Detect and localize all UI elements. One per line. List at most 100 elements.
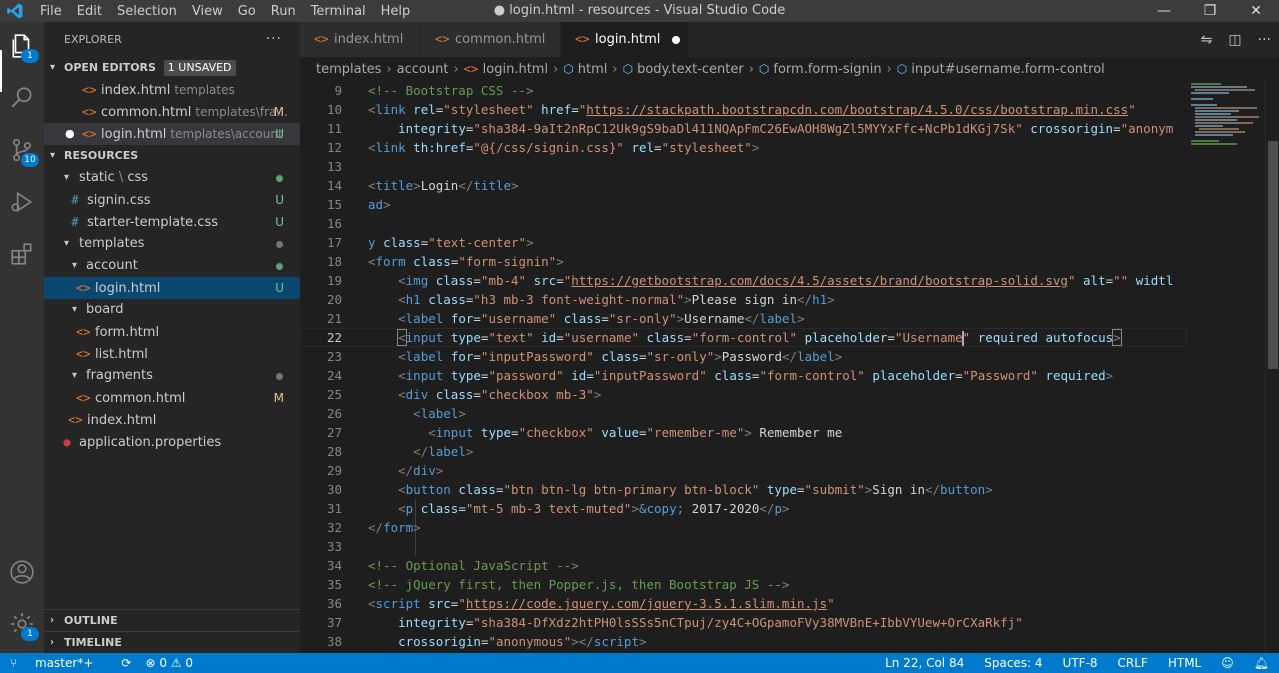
extensions-icon xyxy=(11,243,32,265)
line-number: 19 xyxy=(326,273,342,288)
tree-file[interactable]: ● application.properties xyxy=(44,431,300,453)
minimize-icon[interactable]: — xyxy=(1141,0,1187,22)
code-line: 28 </label> xyxy=(300,442,1187,461)
menu-terminal[interactable]: Terminal xyxy=(311,4,366,19)
activity-bar: 1 10 1 xyxy=(0,22,44,653)
line-number: 11 xyxy=(326,121,342,136)
breadcrumb-item[interactable]: body.text-center xyxy=(637,62,744,77)
open-editors-header[interactable]: ▾ OPEN EDITORS 1 UNSAVED xyxy=(44,57,300,79)
tree-folder-templates[interactable]: ▾ templates xyxy=(44,233,300,255)
git-status-untracked: U xyxy=(275,215,284,229)
code-line: 14 <title>Login</title> xyxy=(300,176,1187,195)
timeline-panel[interactable]: › TIMELINE xyxy=(44,631,300,654)
split-editor-icon[interactable]: ◫ xyxy=(1228,32,1241,48)
tab-login-html[interactable]: <> login.html xyxy=(561,22,689,57)
tree-file[interactable]: <> list.html xyxy=(44,343,300,365)
explorer-title: EXPLORER ··· xyxy=(44,22,300,57)
line-number: 18 xyxy=(326,254,342,269)
menu-edit[interactable]: Edit xyxy=(77,4,102,19)
workspace-header[interactable]: ▾ RESOURCES xyxy=(44,145,300,167)
sync-icon[interactable]: ⟳ xyxy=(121,653,131,673)
outline-panel[interactable]: › OUTLINE xyxy=(44,609,300,632)
menu-help[interactable]: Help xyxy=(381,4,411,19)
menu-go[interactable]: Go xyxy=(238,4,256,19)
bell-icon[interactable]: 🔔︎ xyxy=(1254,653,1269,673)
html-file-icon: <> xyxy=(435,32,450,46)
open-editor-item-active[interactable]: ● <> login.html templates\account U xyxy=(44,123,300,145)
tree-file-selected[interactable]: <> login.html U xyxy=(44,277,300,299)
menu-run[interactable]: Run xyxy=(271,4,296,19)
branch-indicator[interactable]: ⑂ master*+ xyxy=(10,653,107,673)
breadcrumb-item[interactable]: input#username.form-control xyxy=(911,62,1105,77)
menu-bar: File Edit Selection View Go Run Terminal… xyxy=(40,0,425,22)
tab-label: index.html xyxy=(334,32,404,47)
file-name: starter-template.css xyxy=(87,215,218,230)
line-number: 34 xyxy=(326,558,342,573)
restore-icon[interactable]: ❐ xyxy=(1187,0,1233,22)
search-button[interactable] xyxy=(7,83,37,113)
code-editor[interactable]: 9 <!-- Bootstrap CSS --> 10 <link rel="sty… xyxy=(300,81,1187,653)
unsaved-dot-icon[interactable]: ● xyxy=(65,123,75,145)
explorer-button[interactable]: 1 xyxy=(7,31,39,63)
unsaved-dot-icon[interactable] xyxy=(672,35,681,44)
minimap-line xyxy=(1195,134,1233,136)
scrollbar-thumb[interactable] xyxy=(1268,141,1278,369)
extensions-button[interactable] xyxy=(7,239,37,269)
tree-file[interactable]: <> common.html M xyxy=(44,387,300,409)
line-number: 32 xyxy=(326,520,342,535)
open-editor-name: common.html xyxy=(101,105,192,120)
tree-file[interactable]: <> index.html xyxy=(44,409,300,431)
html-file-icon: <> xyxy=(76,391,91,405)
breadcrumb-item[interactable]: account xyxy=(397,62,449,77)
explorer-badge: 1 xyxy=(21,49,39,63)
line-number: 12 xyxy=(326,140,342,155)
unsaved-badge: 1 UNSAVED xyxy=(163,60,236,76)
tree-file[interactable]: # starter-template.css U xyxy=(44,211,300,233)
open-editor-desc: templates\account xyxy=(170,127,283,141)
run-debug-button[interactable] xyxy=(7,187,37,217)
open-editor-item[interactable]: <> common.html templates\fra... M xyxy=(44,101,300,123)
end-of-line[interactable]: CRLF xyxy=(1118,653,1148,673)
problems-indicator[interactable]: ⊗ 0 ⚠ 0 xyxy=(145,653,193,673)
open-editors-label: OPEN EDITORS xyxy=(64,61,156,74)
menu-file[interactable]: File xyxy=(40,4,62,19)
code-line: 16 xyxy=(300,214,1187,233)
tree-folder-static[interactable]: ▾ static \ css xyxy=(44,167,300,189)
code-line: 38 crossorigin="anonymous"></script> xyxy=(300,632,1187,651)
code-line: 19 <img class="mb-4" src="https://getboo… xyxy=(300,271,1187,290)
account-button[interactable] xyxy=(7,557,37,587)
source-control-button[interactable]: 10 xyxy=(7,135,39,167)
menu-selection[interactable]: Selection xyxy=(117,4,177,19)
encoding[interactable]: UTF-8 xyxy=(1063,653,1098,673)
tree-folder-account[interactable]: ▾ account xyxy=(44,255,300,277)
tree-folder-board[interactable]: ▾ board xyxy=(44,299,300,321)
vertical-scrollbar[interactable] xyxy=(1265,81,1279,653)
tree-file[interactable]: # signin.css U xyxy=(44,189,300,211)
tree-file[interactable]: <> form.html xyxy=(44,321,300,343)
manage-button[interactable]: 1 xyxy=(7,609,39,641)
explorer-sidebar: EXPLORER ··· ▾ OPEN EDITORS 1 UNSAVED <>… xyxy=(44,22,300,653)
indentation[interactable]: Spaces: 4 xyxy=(984,653,1042,673)
minimap[interactable] xyxy=(1187,81,1265,653)
tab-common-html[interactable]: <> common.html xyxy=(421,22,561,57)
code-line: 11 integrity="sha384-9aIt2nRpC12Uk9gS9ba… xyxy=(300,119,1187,138)
more-actions-icon[interactable]: ··· xyxy=(266,22,282,57)
open-editor-item[interactable]: <> index.html templates xyxy=(44,79,300,101)
language-mode[interactable]: HTML xyxy=(1168,653,1201,673)
minimap-line xyxy=(1199,128,1239,130)
breadcrumb-item[interactable]: login.html xyxy=(483,62,548,77)
code-line: 29 </div> xyxy=(300,461,1187,480)
chevron-down-icon: ▾ xyxy=(50,62,56,73)
line-number: 36 xyxy=(326,596,342,611)
cursor-position[interactable]: Ln 22, Col 84 xyxy=(885,653,964,673)
breadcrumb-item[interactable]: form.form-signin xyxy=(773,62,881,77)
menu-view[interactable]: View xyxy=(192,4,223,19)
tree-folder-fragments[interactable]: ▾ fragments xyxy=(44,365,300,387)
tab-index-html[interactable]: <> index.html xyxy=(300,22,421,57)
more-actions-icon[interactable]: ··· xyxy=(1258,32,1271,48)
open-changes-icon[interactable]: ⇋ xyxy=(1201,32,1213,48)
breadcrumb-item[interactable]: templates xyxy=(316,62,381,77)
close-icon[interactable]: ✕ xyxy=(1233,0,1279,22)
breadcrumb-item[interactable]: html xyxy=(578,62,608,77)
feedback-icon[interactable]: ☺ xyxy=(1221,653,1234,673)
